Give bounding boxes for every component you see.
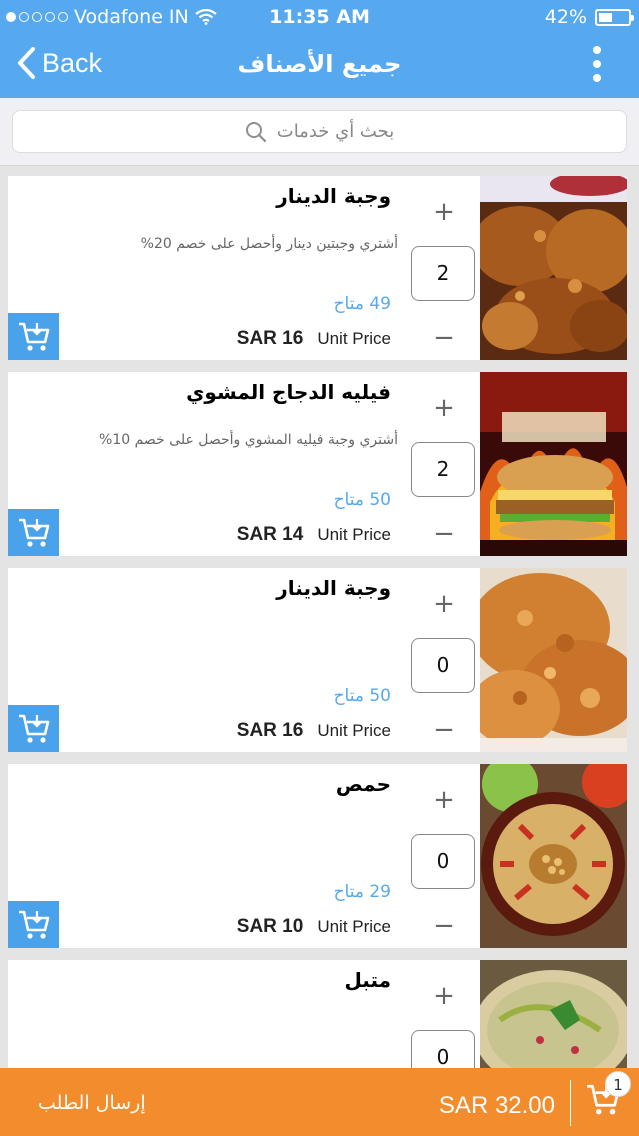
product-card: حمص 29 متاح SAR 10 Unit Price + 0 − — [8, 764, 627, 948]
product-stock: 49 متاح — [333, 294, 391, 314]
cart-count-badge: 1 — [605, 1071, 631, 1097]
add-to-cart-button[interactable] — [8, 509, 59, 556]
submit-order-button[interactable]: إرسال الطلب — [38, 1092, 146, 1114]
more-menu-icon[interactable] — [593, 46, 601, 82]
product-description: أشتري وجبتين دينار وأحصل على خصم 20% — [140, 236, 398, 252]
product-image-fried-chicken-pieces — [480, 568, 627, 752]
product-price-row: SAR 14 Unit Price — [237, 524, 391, 546]
battery-status: 42% — [544, 6, 634, 28]
product-card: وجبة الدينار 50 متاح SAR 16 Unit Price +… — [8, 568, 627, 752]
unit-price-value: SAR 14 — [236, 524, 304, 545]
product-card: فيليه الدجاج المشوي أشتري وجبة فيليه الم… — [8, 372, 627, 556]
search-area: بحث أي خدمات — [0, 98, 639, 166]
product-title: متبل — [344, 968, 391, 992]
unit-price-value: SAR 16 — [236, 328, 304, 349]
increase-quantity-button[interactable]: + — [430, 394, 458, 422]
quantity-field[interactable]: 0 — [411, 638, 475, 693]
unit-price-label: Unit Price — [317, 721, 391, 740]
product-image-fried-chicken — [480, 176, 627, 360]
search-placeholder: بحث أي خدمات — [276, 121, 395, 142]
product-description: أشتري وجبة فيليه المشوي وأحصل على خصم 10… — [99, 432, 398, 448]
increase-quantity-button[interactable]: + — [430, 590, 458, 618]
order-total: SAR 32.00 — [438, 1092, 555, 1119]
page-title: جميع الأصناف — [237, 50, 402, 78]
decrease-quantity-button[interactable]: − — [430, 716, 458, 744]
product-title: وجبة الدينار — [276, 576, 391, 600]
unit-price-value: SAR 10 — [236, 916, 304, 937]
clock: 11:35 AM — [269, 6, 370, 28]
battery-percent: 42% — [544, 6, 587, 28]
product-title: وجبة الدينار — [276, 184, 391, 208]
decrease-quantity-button[interactable]: − — [430, 520, 458, 548]
increase-quantity-button[interactable]: + — [430, 786, 458, 814]
product-title: فيليه الدجاج المشوي — [186, 380, 391, 404]
product-image-chicken-burger — [480, 372, 627, 556]
product-price-row: SAR 16 Unit Price — [237, 720, 391, 742]
product-title: حمص — [335, 772, 391, 796]
order-bar: إرسال الطلب SAR 32.00 1 — [0, 1068, 639, 1136]
quantity-field[interactable]: 0 — [411, 834, 475, 889]
unit-price-label: Unit Price — [317, 329, 391, 348]
navigation-bar: Back جميع الأصناف — [0, 34, 639, 98]
add-to-cart-button[interactable] — [8, 313, 59, 360]
product-price-row: SAR 16 Unit Price — [237, 328, 391, 350]
decrease-quantity-button[interactable]: − — [430, 324, 458, 352]
product-stock: 50 متاح — [333, 490, 391, 510]
unit-price-label: Unit Price — [317, 917, 391, 936]
product-stock: 50 متاح — [333, 686, 391, 706]
battery-icon — [595, 8, 634, 26]
unit-price-label: Unit Price — [317, 525, 391, 544]
cart-add-icon — [18, 518, 49, 547]
divider — [570, 1080, 571, 1126]
product-price-row: SAR 10 Unit Price — [237, 916, 391, 938]
increase-quantity-button[interactable]: + — [430, 982, 458, 1010]
product-card: وجبة الدينار أشتري وجبتين دينار وأحصل عل… — [8, 176, 627, 360]
quantity-field[interactable]: 2 — [411, 442, 475, 497]
unit-price-value: SAR 16 — [236, 720, 304, 741]
product-image-hummus — [480, 764, 627, 948]
cart-add-icon — [18, 714, 49, 743]
increase-quantity-button[interactable]: + — [430, 198, 458, 226]
product-stock: 29 متاح — [333, 882, 391, 902]
cart-add-icon — [18, 322, 49, 351]
search-icon — [245, 121, 266, 142]
add-to-cart-button[interactable] — [8, 901, 59, 948]
add-to-cart-button[interactable] — [8, 705, 59, 752]
status-bar: Vodafone IN 11:35 AM 42% — [0, 0, 639, 34]
decrease-quantity-button[interactable]: − — [430, 912, 458, 940]
search-input[interactable]: بحث أي خدمات — [12, 110, 627, 153]
quantity-field[interactable]: 2 — [411, 246, 475, 301]
cart-add-icon — [18, 910, 49, 939]
